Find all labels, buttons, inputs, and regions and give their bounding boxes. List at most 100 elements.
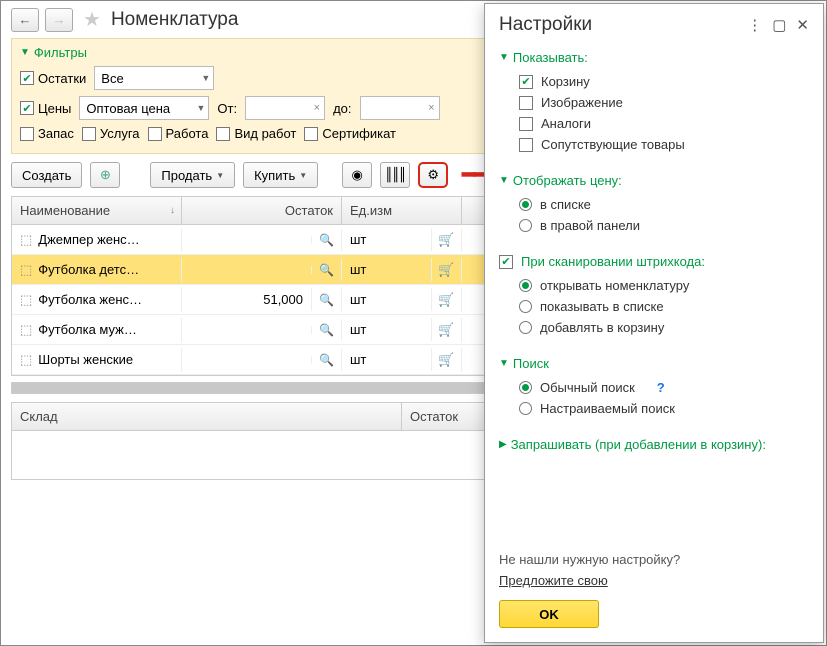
zapas-label: Запас (38, 126, 74, 141)
nav-back-button[interactable]: ← (11, 8, 39, 32)
dropdown-icon: ▼ (201, 73, 210, 83)
group-request: ▶Запрашивать (при добавлении в корзину): (499, 437, 809, 458)
search-icon[interactable]: 🔍 (319, 353, 334, 367)
create-button[interactable]: Создать (11, 162, 82, 188)
group-show-toggle[interactable]: ▼Показывать: (499, 50, 809, 65)
help-icon[interactable]: ? (657, 380, 665, 395)
group-price-toggle[interactable]: ▼Отображать цену: (499, 173, 809, 188)
row-name: Шорты женские (38, 352, 133, 367)
rabota-checkbox[interactable]: Работа (148, 126, 209, 141)
col-name[interactable]: Наименование↓ (12, 197, 182, 224)
ok-button[interactable]: OK (499, 600, 599, 628)
close-icon[interactable]: ✕ (796, 16, 809, 34)
col-ostatok[interactable]: Остаток (182, 197, 342, 224)
settings-title: Настройки (499, 14, 592, 36)
filters-label: Фильтры (34, 45, 87, 60)
rabota-label: Работа (166, 126, 209, 141)
cart-icon[interactable]: 🛒 (438, 262, 454, 278)
row-name: Футболка детс… (38, 262, 139, 277)
chevron-down-icon: ▼ (20, 47, 30, 58)
vid-rabot-checkbox[interactable]: Вид работ (216, 126, 296, 141)
ceny-value: Оптовая цена (86, 101, 170, 116)
opt-search-custom[interactable]: Настраиваемый поиск (499, 398, 809, 419)
sort-asc-icon: ↓ (170, 205, 175, 216)
group-search-toggle[interactable]: ▼Поиск (499, 356, 809, 371)
favorite-star-icon[interactable]: ★ (83, 7, 101, 32)
row-ed: шт (350, 232, 366, 247)
ceny-label: Цены (38, 101, 71, 116)
opt-price-list[interactable]: в списке (499, 194, 809, 215)
barcode-button[interactable]: ║║║ (380, 162, 410, 188)
zapas-checkbox[interactable]: Запас (20, 126, 74, 141)
opt-basket[interactable]: Корзину (499, 71, 809, 92)
checkbox-icon (304, 127, 318, 141)
opt-scan-open[interactable]: открывать номенклатуру (499, 275, 809, 296)
radio-icon (519, 279, 532, 292)
checkbox-icon (20, 127, 34, 141)
col-ed[interactable]: Ед.изм (342, 197, 462, 224)
price-to-input[interactable]: × (360, 96, 440, 120)
search-icon[interactable]: 🔍 (319, 323, 334, 337)
cart-icon[interactable]: 🛒 (438, 292, 454, 308)
ostatki-combo[interactable]: Все ▼ (94, 66, 214, 90)
checkbox-icon (148, 127, 162, 141)
sell-button[interactable]: Продать▼ (150, 162, 235, 188)
checkbox-icon (82, 127, 96, 141)
chevron-down-icon: ▼ (499, 358, 509, 369)
footer-question: Не нашли нужную настройку? (499, 552, 809, 567)
ostatki-value: Все (101, 71, 123, 86)
buy-button[interactable]: Купить▼ (243, 162, 318, 188)
cart-icon[interactable]: 🛒 (438, 352, 454, 368)
group-scan: При сканировании штрихкода: открывать но… (499, 254, 809, 338)
cube-icon: ⬚ (20, 292, 32, 308)
ot-label: От: (217, 101, 237, 116)
opt-scan-list[interactable]: показывать в списке (499, 296, 809, 317)
vid-rabot-label: Вид работ (234, 126, 296, 141)
row-name: Джемпер женс… (38, 232, 139, 247)
opt-image[interactable]: Изображение (499, 92, 809, 113)
radio-icon (519, 381, 532, 394)
page-title: Номенклатура (111, 9, 239, 31)
cart-icon[interactable]: 🛒 (438, 322, 454, 338)
barcode-icon: ║║║ (385, 168, 405, 183)
cart-icon[interactable]: 🛒 (438, 232, 454, 248)
group-search: ▼Поиск Обычный поиск? Настраиваемый поис… (499, 356, 809, 419)
view-toggle-button[interactable]: ◉ (342, 162, 372, 188)
clear-icon[interactable]: × (314, 102, 320, 114)
search-icon[interactable]: 🔍 (319, 233, 334, 247)
radio-icon (519, 321, 532, 334)
ostatki-checkbox[interactable]: Остатки (20, 71, 86, 86)
clear-icon[interactable]: × (428, 102, 434, 114)
group-scan-toggle[interactable]: При сканировании штрихкода: (499, 254, 809, 269)
search-icon[interactable]: 🔍 (319, 263, 334, 277)
opt-analogs[interactable]: Аналоги (499, 113, 809, 134)
ceny-checkbox[interactable]: Цены (20, 101, 71, 116)
ceny-combo[interactable]: Оптовая цена ▼ (79, 96, 209, 120)
nav-forward-button[interactable]: → (45, 8, 73, 32)
cube-icon: ⬚ (20, 232, 32, 248)
row-name: Футболка женс… (38, 292, 142, 307)
chevron-down-icon: ▼ (499, 52, 509, 63)
checkbox-icon (519, 138, 533, 152)
group-request-toggle[interactable]: ▶Запрашивать (при добавлении в корзину): (499, 437, 809, 452)
sertifikat-checkbox[interactable]: Сертификат (304, 126, 396, 141)
search-icon[interactable]: 🔍 (319, 293, 334, 307)
price-from-input[interactable]: × (245, 96, 325, 120)
settings-button[interactable]: ⚙ (418, 162, 448, 188)
more-menu-icon[interactable]: ⋮ (747, 16, 762, 34)
gear-icon: ⚙ (427, 167, 439, 183)
create-label: Создать (22, 168, 71, 183)
opt-related[interactable]: Сопутствующие товары (499, 134, 809, 155)
create-copy-button[interactable]: ⊕ (90, 162, 120, 188)
group-price: ▼Отображать цену: в списке в правой пане… (499, 173, 809, 236)
opt-price-panel[interactable]: в правой панели (499, 215, 809, 236)
suggest-link[interactable]: Предложите свою (499, 573, 608, 588)
maximize-icon[interactable]: ▢ (772, 16, 786, 34)
opt-search-normal[interactable]: Обычный поиск? (499, 377, 809, 398)
opt-scan-basket[interactable]: добавлять в корзину (499, 317, 809, 338)
usluga-checkbox[interactable]: Услуга (82, 126, 140, 141)
sertifikat-label: Сертификат (322, 126, 396, 141)
row-ed: шт (350, 322, 366, 337)
row-ed: шт (350, 292, 366, 307)
col-sklad[interactable]: Склад (12, 403, 402, 430)
